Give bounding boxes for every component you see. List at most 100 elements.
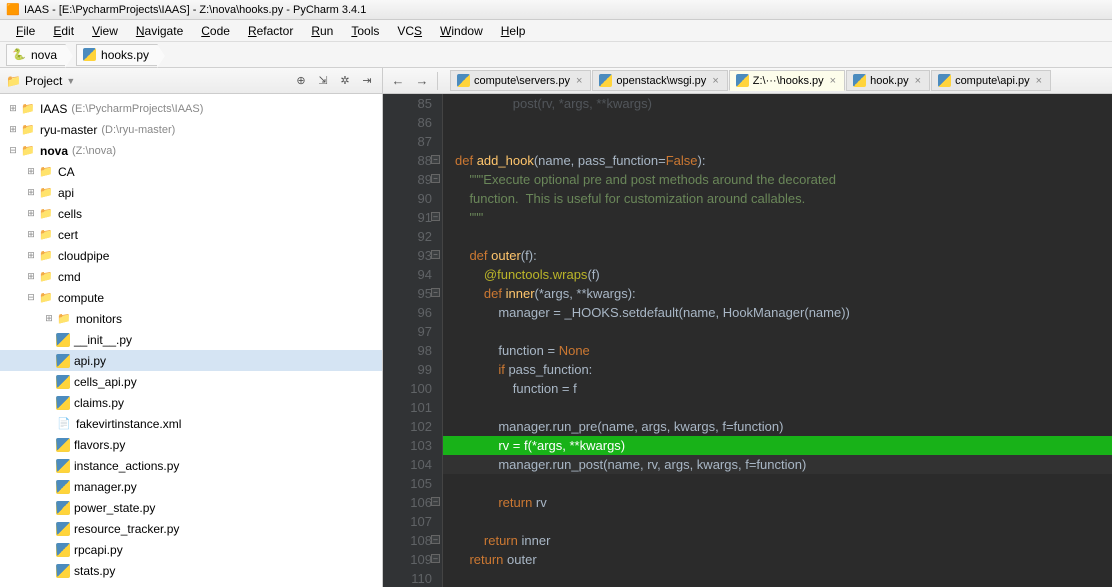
tree-node[interactable]: ·instance_actions.py <box>0 455 382 476</box>
close-tab-icon[interactable]: × <box>1034 75 1044 87</box>
code-line[interactable]: def inner(*args, **kwargs): <box>443 284 1112 303</box>
tree-twisty[interactable]: ⊞ <box>6 124 20 135</box>
tree-node[interactable]: ·api.py <box>0 350 382 371</box>
code-line[interactable]: def add_hook(name, pass_function=False): <box>443 151 1112 170</box>
code-line[interactable]: rv = f(*args, **kwargs) <box>443 436 1112 455</box>
tree-node[interactable]: ⊟📁compute <box>0 287 382 308</box>
collapse-all-icon[interactable]: ⇲ <box>314 72 332 90</box>
tree-node[interactable]: ·stats.py <box>0 560 382 581</box>
tree-node[interactable]: ·rpcapi.py <box>0 539 382 560</box>
project-tree[interactable]: ⊞📁IAAS(E:\PycharmProjects\IAAS)⊞📁ryu-mas… <box>0 94 382 587</box>
settings-icon[interactable]: ✲ <box>336 72 354 90</box>
tree-node[interactable]: ⊞📁cells <box>0 203 382 224</box>
menu-file[interactable]: File <box>8 22 43 40</box>
code-line[interactable] <box>443 113 1112 132</box>
code-line[interactable] <box>443 474 1112 493</box>
tree-twisty[interactable]: ⊞ <box>24 187 38 198</box>
menu-refactor[interactable]: Refactor <box>240 22 301 40</box>
dropdown-icon[interactable]: ▼ <box>66 76 75 86</box>
code-line[interactable]: manager.run_pre(name, args, kwargs, f=fu… <box>443 417 1112 436</box>
tree-node[interactable]: ·manager.py <box>0 476 382 497</box>
menu-vcs[interactable]: VCS <box>389 22 430 40</box>
tree-node[interactable]: ⊞📁ryu-master(D:\ryu-master) <box>0 119 382 140</box>
code-line[interactable] <box>443 322 1112 341</box>
code-line[interactable]: def outer(f): <box>443 246 1112 265</box>
fold-icon[interactable]: − <box>431 288 440 297</box>
menu-help[interactable]: Help <box>493 22 534 40</box>
tree-node[interactable]: ·resource_tracker.py <box>0 518 382 539</box>
tree-node[interactable]: ⊞📁IAAS(E:\PycharmProjects\IAAS) <box>0 98 382 119</box>
code-line[interactable] <box>443 569 1112 587</box>
hide-icon[interactable]: ⇥ <box>358 72 376 90</box>
tree-twisty[interactable]: ⊞ <box>42 313 56 324</box>
close-tab-icon[interactable]: × <box>710 75 720 87</box>
code-line[interactable] <box>443 227 1112 246</box>
code-line[interactable]: function = f <box>443 379 1112 398</box>
tree-node[interactable]: ⊞📁api <box>0 182 382 203</box>
breadcrumb-item[interactable]: 🐍nova <box>6 44 66 66</box>
code-line[interactable]: return rv <box>443 493 1112 512</box>
code-line[interactable]: post(rv, *args, **kwargs) <box>443 94 1112 113</box>
editor-tab[interactable]: openstack\wsgi.py× <box>592 70 727 91</box>
fold-icon[interactable]: – <box>431 497 440 506</box>
tree-node[interactable]: ·__init__.py <box>0 329 382 350</box>
code-line[interactable] <box>443 512 1112 531</box>
tree-twisty[interactable]: ⊞ <box>24 250 38 261</box>
close-tab-icon[interactable]: × <box>574 75 584 87</box>
fold-icon[interactable]: − <box>431 155 440 164</box>
code-source[interactable]: post(rv, *args, **kwargs) def add_hook(na… <box>443 94 1112 587</box>
tree-node[interactable]: ·flavors.py <box>0 434 382 455</box>
tree-twisty[interactable]: ⊞ <box>6 103 20 114</box>
menu-view[interactable]: View <box>84 22 126 40</box>
tree-node[interactable]: ⊞📁cloudpipe <box>0 245 382 266</box>
code-line[interactable]: manager.run_post(name, rv, args, kwargs,… <box>443 455 1112 474</box>
tree-twisty[interactable]: ⊟ <box>6 145 20 156</box>
tree-node[interactable]: ·power_state.py <box>0 497 382 518</box>
tree-node[interactable]: ⊞📁CA <box>0 161 382 182</box>
code-line[interactable]: @functools.wraps(f) <box>443 265 1112 284</box>
code-line[interactable]: function = None <box>443 341 1112 360</box>
tree-node[interactable]: ⊟📁nova(Z:\nova) <box>0 140 382 161</box>
fold-icon[interactable]: − <box>431 174 440 183</box>
forward-icon[interactable]: → <box>411 70 433 92</box>
code-line[interactable]: manager = _HOOKS.setdefault(name, HookMa… <box>443 303 1112 322</box>
code-line[interactable]: """ <box>443 208 1112 227</box>
fold-icon[interactable]: − <box>431 250 440 259</box>
code-line[interactable]: return outer <box>443 550 1112 569</box>
code-line[interactable] <box>443 398 1112 417</box>
editor-tab[interactable]: compute\api.py× <box>931 70 1051 91</box>
menu-run[interactable]: Run <box>303 22 341 40</box>
close-tab-icon[interactable]: × <box>913 75 923 87</box>
tree-node[interactable]: ⊞📁cert <box>0 224 382 245</box>
code-line[interactable]: return inner <box>443 531 1112 550</box>
tree-node[interactable]: ·claims.py <box>0 392 382 413</box>
back-icon[interactable]: ← <box>387 70 409 92</box>
menu-tools[interactable]: Tools <box>343 22 387 40</box>
code-line[interactable]: function. This is useful for customizati… <box>443 189 1112 208</box>
menu-edit[interactable]: Edit <box>45 22 82 40</box>
code-line[interactable]: """Execute optional pre and post methods… <box>443 170 1112 189</box>
code-line[interactable]: if pass_function: <box>443 360 1112 379</box>
code-line[interactable] <box>443 132 1112 151</box>
tree-twisty[interactable]: ⊞ <box>24 229 38 240</box>
scroll-from-source-icon[interactable]: ⊕ <box>292 72 310 90</box>
fold-icon[interactable]: – <box>431 535 440 544</box>
tree-twisty[interactable]: ⊟ <box>24 292 38 303</box>
menu-code[interactable]: Code <box>193 22 238 40</box>
tree-twisty[interactable]: ⊞ <box>24 208 38 219</box>
breadcrumb-item[interactable]: hooks.py <box>76 44 158 66</box>
tree-node[interactable]: ⊞📁monitors <box>0 308 382 329</box>
tree-twisty[interactable]: ⊞ <box>24 166 38 177</box>
close-tab-icon[interactable]: × <box>828 75 838 87</box>
tree-node[interactable]: ⊞📁cmd <box>0 266 382 287</box>
tree-node[interactable]: ·cells_api.py <box>0 371 382 392</box>
code-editor[interactable]: 85868788−89−9091–9293−9495−9697989910010… <box>383 94 1112 587</box>
fold-icon[interactable]: – <box>431 212 440 221</box>
menu-navigate[interactable]: Navigate <box>128 22 191 40</box>
menu-window[interactable]: Window <box>432 22 491 40</box>
tree-node[interactable]: ·fakevirtinstance.xml <box>0 413 382 434</box>
editor-tab[interactable]: Z:\···\hooks.py× <box>729 70 845 91</box>
editor-tab[interactable]: hook.py× <box>846 70 930 91</box>
tree-twisty[interactable]: ⊞ <box>24 271 38 282</box>
editor-tab[interactable]: compute\servers.py× <box>450 70 591 91</box>
